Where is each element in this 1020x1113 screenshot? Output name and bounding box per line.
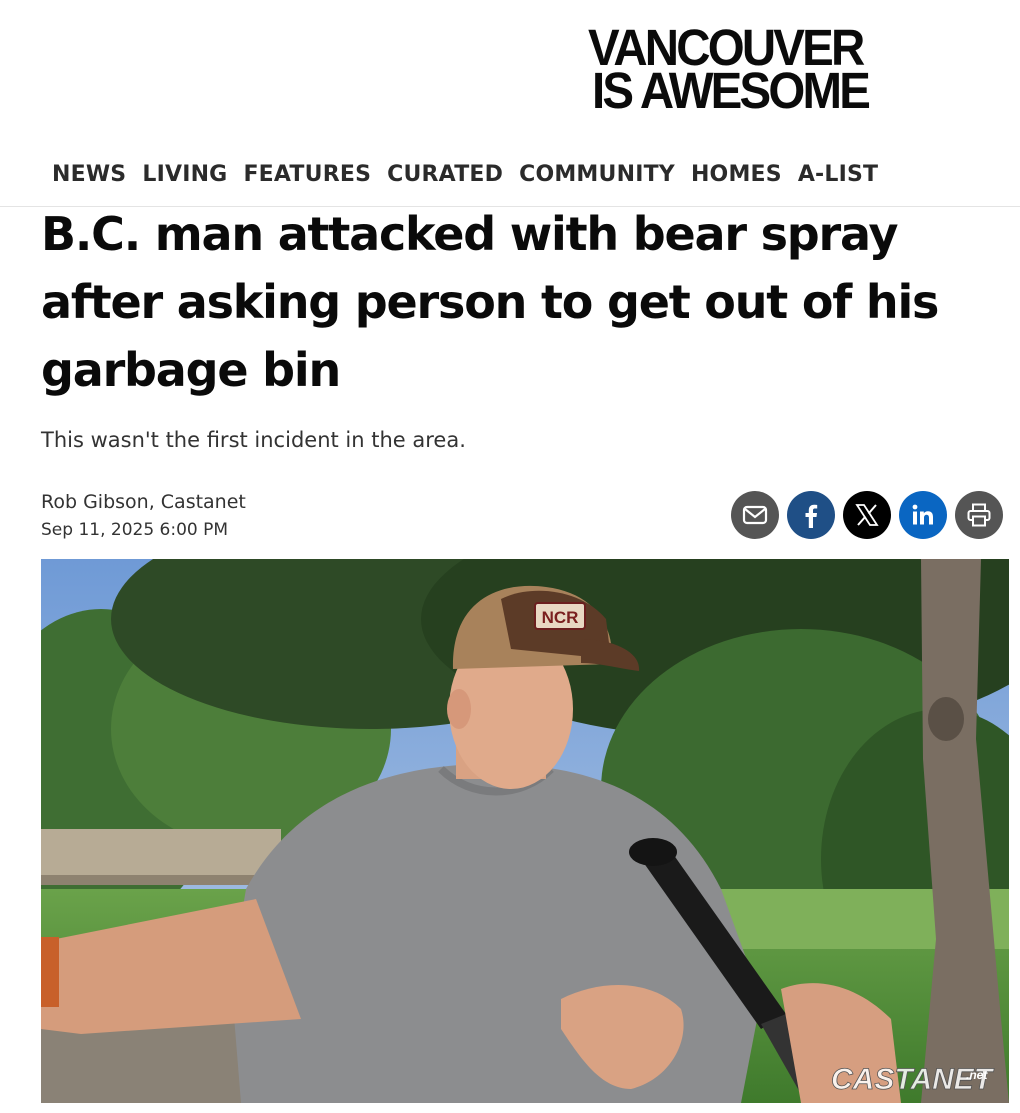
- cap-logo-text: NCR: [542, 608, 579, 627]
- share-x-button[interactable]: [843, 491, 891, 539]
- article-date: Sep 11, 2025 6:00 PM: [41, 520, 229, 540]
- site-logo[interactable]: VANCOUVER IS AWESOME: [588, 22, 933, 119]
- printer-icon: [967, 503, 991, 527]
- article-byline[interactable]: Rob Gibson, Castanet: [41, 488, 246, 516]
- share-linkedin-button[interactable]: [899, 491, 947, 539]
- x-icon: [855, 504, 879, 526]
- article-photo[interactable]: NCR CASTANET .net: [41, 559, 1009, 1103]
- logo-line-2: IS AWESOME: [592, 62, 871, 119]
- nav-item-living[interactable]: LIVING: [142, 160, 227, 190]
- article-headline: B.C. man attacked with bear spray after …: [41, 207, 939, 397]
- nav-item-community[interactable]: COMMUNITY: [519, 160, 675, 190]
- nav-item-a-list[interactable]: A-LIST: [798, 160, 878, 190]
- nav-item-news[interactable]: NEWS: [52, 160, 126, 190]
- envelope-icon: [742, 505, 768, 525]
- share-facebook-button[interactable]: [787, 491, 835, 539]
- share-buttons: [731, 491, 1003, 539]
- share-email-button[interactable]: [731, 491, 779, 539]
- castanet-watermark-suffix: .net: [966, 1068, 988, 1082]
- linkedin-icon: [912, 504, 933, 525]
- nav-item-features[interactable]: FEATURES: [243, 160, 371, 190]
- nav-item-curated[interactable]: CURATED: [387, 160, 503, 190]
- main-nav: NEWS LIVING FEATURES CURATED COMMUNITY H…: [52, 160, 878, 190]
- facebook-icon: [805, 504, 818, 528]
- print-button[interactable]: [955, 491, 1003, 539]
- nav-item-homes[interactable]: HOMES: [691, 160, 782, 190]
- article-dek: This wasn't the first incident in the ar…: [41, 428, 466, 452]
